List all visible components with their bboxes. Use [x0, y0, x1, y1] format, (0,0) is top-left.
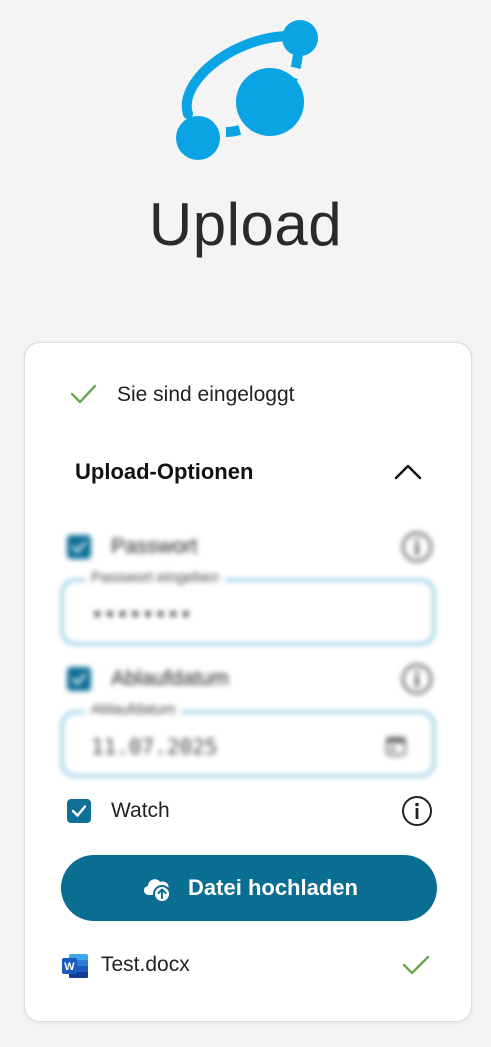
app-logo-icon: [176, 20, 318, 160]
upload-options-header[interactable]: Upload-Optionen: [25, 455, 471, 491]
expiry-checkbox[interactable]: [67, 667, 91, 691]
expiry-date-value: 11.07.2025: [91, 735, 218, 759]
expiry-field-label: Ablaufdatum: [85, 701, 182, 718]
checkmark-icon: [71, 805, 87, 817]
watch-label: Watch: [111, 799, 170, 822]
check-icon: [402, 955, 430, 975]
watch-checkbox[interactable]: [67, 799, 91, 823]
checkmark-icon: [71, 541, 87, 553]
checkmark-icon: [71, 673, 87, 685]
calendar-icon[interactable]: [385, 735, 407, 757]
page-title: Upload: [148, 191, 343, 258]
cloud-upload-icon: [144, 879, 172, 903]
expiry-info-icon[interactable]: [401, 663, 433, 695]
password-checkbox[interactable]: [67, 535, 91, 559]
login-status: Sie sind eingeloggt: [25, 379, 471, 411]
check-icon: [70, 384, 97, 404]
password-label: Passwort: [111, 535, 198, 558]
svg-text:W: W: [64, 961, 75, 973]
password-info-icon[interactable]: [401, 531, 433, 563]
watch-info-icon[interactable]: [401, 795, 433, 827]
upload-file-button[interactable]: Datei hochladen: [61, 855, 437, 921]
file-name: Test.docx: [101, 953, 190, 976]
word-icon: W: [62, 954, 88, 978]
password-field[interactable]: Passwort eingeben ••••••••: [61, 569, 435, 645]
upload-file-button-label: Datei hochladen: [188, 875, 358, 900]
upload-card: Sie sind eingeloggt Upload-Optionen Pass…: [24, 342, 472, 1022]
login-status-text: Sie sind eingeloggt: [117, 383, 295, 406]
expiry-label: Ablaufdatum: [111, 667, 229, 690]
upload-options-title: Upload-Optionen: [75, 459, 254, 484]
password-field-label: Passwort eingeben: [85, 569, 225, 586]
expiry-date-field[interactable]: Ablaufdatum 11.07.2025: [61, 701, 435, 777]
chevron-up-icon[interactable]: [393, 461, 423, 483]
password-input-value: ••••••••: [91, 603, 193, 627]
uploaded-file-item: W Test.docx: [25, 949, 471, 983]
